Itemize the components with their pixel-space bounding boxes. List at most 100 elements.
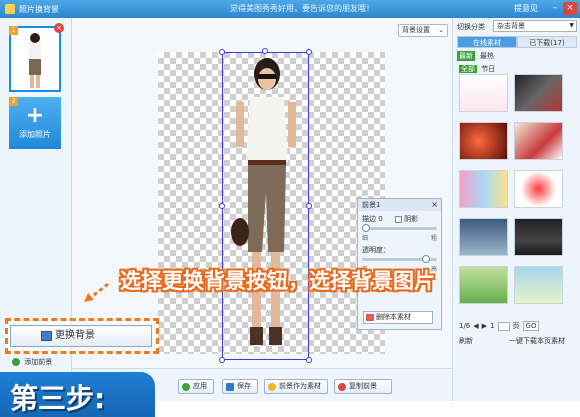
pagination: 1/6 ◀ ▶ 1 页 GO	[459, 321, 540, 331]
thumbnail-figure	[29, 33, 41, 88]
resize-handle[interactable]	[219, 49, 225, 55]
rotate-handle[interactable]	[262, 48, 268, 54]
save-button[interactable]: 保存	[222, 379, 258, 394]
next-page-icon[interactable]: ▶	[482, 322, 487, 330]
change-background-button[interactable]: 更换背景	[10, 325, 152, 347]
slider-knob[interactable]	[362, 224, 370, 232]
material-thumbnail[interactable]	[514, 266, 563, 304]
resize-handle[interactable]	[306, 357, 312, 363]
page-count: 1/6	[459, 322, 471, 330]
prev-page-icon[interactable]: ◀	[473, 322, 478, 330]
add-foreground-label: 添加前景	[24, 358, 53, 366]
edge-max-label: 粗	[430, 235, 437, 242]
material-thumbnail[interactable]	[514, 74, 563, 112]
minimize-button[interactable]: –	[548, 2, 562, 15]
instruction-text: 选择更换背景按钮，选择背景图片	[120, 269, 435, 293]
plus-icon: +	[25, 103, 45, 128]
material-thumbnail[interactable]	[459, 122, 508, 160]
download-page-button[interactable]: 一键下载本页素材	[509, 336, 565, 346]
page-unit-label: 页	[512, 322, 520, 330]
edge-label: 描边 0	[362, 215, 383, 223]
copy-icon	[338, 383, 346, 391]
sort-hottest[interactable]: 最热	[478, 51, 496, 61]
promo-text: 觉得美图秀秀好用，要告诉您的朋友哦！	[230, 4, 374, 13]
material-panel: 切换分类 杂志背景 ▼ 在线素材 已下载(17) 最新 最热 全部 节日 1/6…	[452, 18, 580, 401]
panel-close-icon[interactable]: ×	[431, 199, 438, 211]
tab-online[interactable]: 在线素材	[457, 36, 517, 48]
copy-foreground-label: 复制前景	[349, 382, 377, 390]
edge-row: 描边 0 阴影	[358, 214, 441, 224]
foreground-settings-panel: 前景1 × 描边 0 阴影 细粗 透明度： 低高 删除本素材	[357, 198, 442, 330]
shadow-label: 阴影	[404, 215, 419, 223]
close-button[interactable]: ×	[563, 2, 577, 15]
edge-slider[interactable]	[362, 224, 437, 232]
sort-newest[interactable]: 最新	[457, 51, 475, 61]
material-thumbnail[interactable]	[514, 122, 563, 160]
delete-icon	[366, 314, 374, 321]
copy-foreground-button[interactable]: 复制前景	[334, 379, 392, 394]
edge-min-label: 细	[362, 235, 369, 242]
background-settings-dropdown[interactable]: 背景设置 ⌄	[398, 24, 448, 37]
add-foreground-button[interactable]: 添加前景	[12, 357, 52, 367]
save-as-material-label: 前景作为素材	[279, 382, 321, 390]
selection-frame[interactable]	[222, 52, 309, 360]
switch-category-label: 切换分类	[457, 23, 485, 31]
add-photo-number: 2	[9, 97, 18, 106]
chevron-down-icon: ▼	[569, 22, 574, 29]
canvas-area: 背景设置 ⌄ 前景1 × 描边 0 阴影 细 粗 透明度： 低 高 删除本素材	[72, 18, 452, 368]
resize-handle[interactable]	[219, 357, 225, 363]
save-label: 保存	[237, 382, 251, 390]
delete-material-button[interactable]: 删除本素材	[363, 311, 433, 324]
slider-knob[interactable]	[422, 255, 430, 263]
step-badge: 第三步:	[0, 372, 155, 417]
star-icon	[268, 383, 276, 391]
transparency-label: 透明度：	[362, 246, 390, 254]
app-icon	[5, 4, 15, 14]
material-thumbnail[interactable]	[459, 266, 508, 304]
page-input[interactable]	[497, 321, 510, 331]
add-photo-label: 添加照片	[19, 130, 51, 139]
material-tabs: 在线素材 已下载(17)	[457, 36, 577, 48]
remove-thumbnail-icon[interactable]: ×	[54, 23, 64, 33]
step-label: 第三步:	[10, 382, 106, 415]
transparency-slider[interactable]	[362, 255, 437, 263]
photo-thumbnail[interactable]: 1 ×	[9, 23, 64, 92]
panel-header: 前景1 ×	[358, 199, 441, 211]
title-bar: 照片换背景 觉得美图秀秀好用，要告诉您的朋友哦！ 提意见 – ×	[0, 0, 580, 18]
apply-button[interactable]: 应用	[178, 379, 214, 394]
material-thumbnail[interactable]	[459, 74, 508, 112]
resize-handle[interactable]	[306, 203, 312, 209]
panel-title: 前景1	[362, 201, 381, 209]
change-background-label: 更换背景	[55, 330, 95, 341]
material-thumbnail[interactable]	[514, 170, 563, 208]
apply-label: 应用	[193, 382, 207, 390]
resize-handle[interactable]	[219, 203, 225, 209]
refresh-button[interactable]: 刷新	[459, 336, 473, 346]
category-select[interactable]: 杂志背景 ▼	[493, 20, 577, 32]
material-thumbnail[interactable]	[514, 218, 563, 256]
category-value: 杂志背景	[497, 22, 525, 30]
shadow-checkbox[interactable]	[394, 215, 402, 223]
filter-all[interactable]: 全部	[459, 65, 477, 73]
delete-material-label: 删除本素材	[376, 313, 411, 321]
material-thumbnail[interactable]	[459, 170, 508, 208]
add-photo-button[interactable]: 2 + 添加照片	[9, 97, 61, 149]
filter-row: 全部 节日	[459, 64, 495, 74]
background-settings-label: 背景设置	[402, 26, 430, 34]
page-to-label: 1	[490, 322, 495, 330]
check-icon	[182, 383, 190, 391]
image-icon	[41, 331, 52, 341]
tab-downloaded[interactable]: 已下载(17)	[517, 36, 577, 48]
plus-icon	[12, 358, 20, 366]
save-as-material-button[interactable]: 前景作为素材	[264, 379, 328, 394]
chevron-down-icon: ⌄	[438, 26, 444, 34]
thumbnail-number: 1	[9, 26, 18, 35]
resize-handle[interactable]	[306, 49, 312, 55]
sort-tabs: 最新 最热	[457, 51, 496, 61]
pointer-arrow-icon	[84, 282, 109, 302]
go-button[interactable]: GO	[522, 321, 540, 331]
feedback-link[interactable]: 提意见	[514, 3, 538, 14]
save-icon	[226, 383, 234, 391]
filter-festival[interactable]: 节日	[481, 65, 495, 73]
material-thumbnail[interactable]	[459, 218, 508, 256]
